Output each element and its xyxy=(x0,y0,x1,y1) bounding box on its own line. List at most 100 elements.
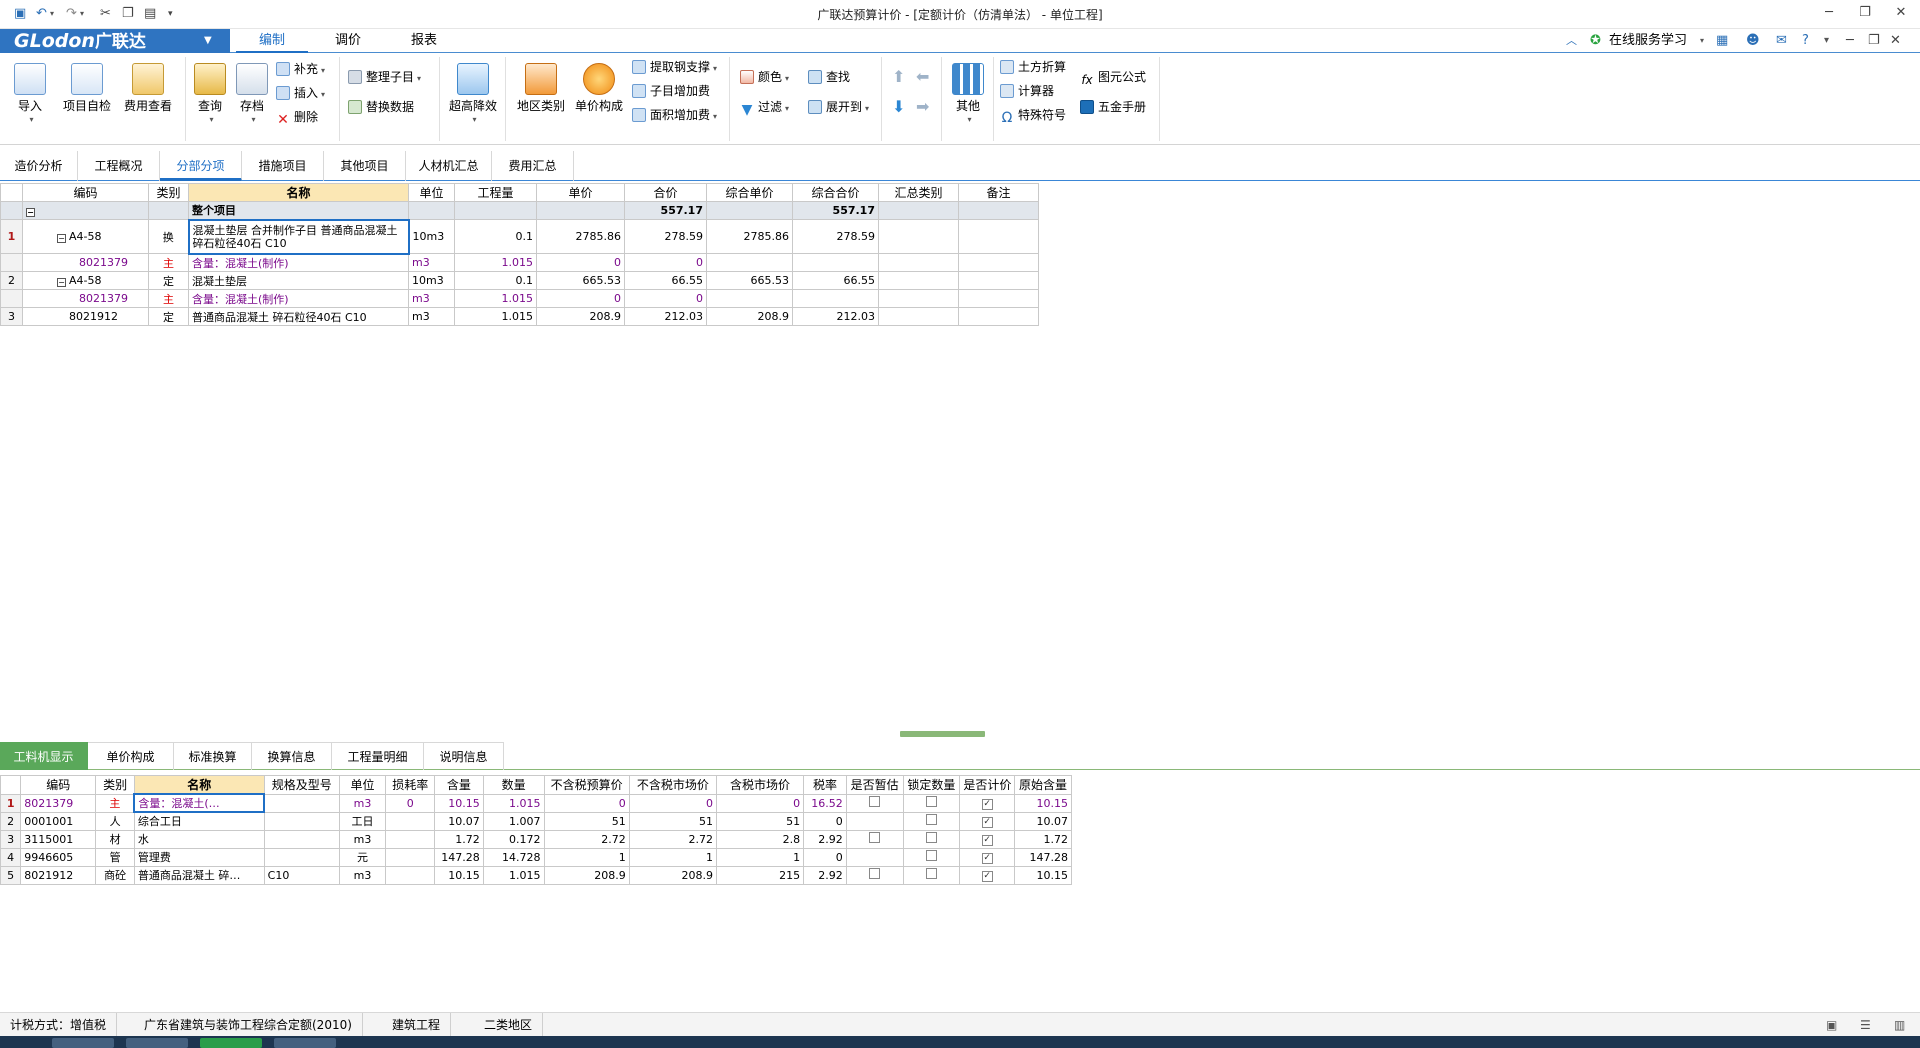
summary-unit-cell[interactable] xyxy=(408,201,455,220)
cell-name[interactable]: 混凝土垫层 xyxy=(188,271,409,290)
cell-type[interactable]: 定 xyxy=(148,271,189,290)
online-learning-dropdown-icon[interactable]: ▾ xyxy=(1700,32,1704,50)
cell-remark[interactable] xyxy=(958,307,1039,326)
table-row[interactable]: 8021379 主 含量：混凝土(制作) m3 1.015 0 0 xyxy=(0,253,1039,272)
table-row[interactable]: 8021379 主 含量：混凝土(制作) m3 1.015 0 0 xyxy=(0,289,1039,308)
cell-qty[interactable]: 1.015 xyxy=(482,865,545,885)
cell-lock[interactable] xyxy=(902,847,961,867)
col-header-unit[interactable]: 单位 xyxy=(338,775,387,795)
cell-qty[interactable]: 1.015 xyxy=(454,253,537,272)
cell-market[interactable]: 2.72 xyxy=(628,829,717,849)
fee-view-button[interactable]: 费用查看 xyxy=(122,63,174,133)
cell-name[interactable]: 普通商品混凝土 碎石粒径40石 C10 xyxy=(188,307,409,326)
cell-spec[interactable] xyxy=(263,829,340,849)
cell-content[interactable]: 10.07 xyxy=(434,811,484,831)
find-button[interactable]: 查找 xyxy=(808,67,850,87)
cell-tax-rate[interactable]: 2.92 xyxy=(803,865,847,885)
col-header-type[interactable]: 类别 xyxy=(95,775,135,795)
cell-orig[interactable]: 10.15 xyxy=(1014,793,1072,813)
cell-unit[interactable]: m3 xyxy=(408,253,455,272)
cell-type[interactable]: 人 xyxy=(95,811,135,831)
taskbar-app[interactable] xyxy=(126,1038,188,1048)
col-header-total[interactable]: 合价 xyxy=(624,183,707,202)
organize-sub-button[interactable]: 整理子目 ▾ xyxy=(348,67,421,87)
doc-close-icon[interactable]: ✕ xyxy=(1890,32,1901,50)
cell-name[interactable]: 水 xyxy=(133,829,265,849)
col-header-tax-rate[interactable]: 税率 xyxy=(803,775,847,795)
lock-checkbox[interactable] xyxy=(925,850,937,861)
app-logo[interactable]: GLodon广联达 ▼ xyxy=(0,29,230,53)
cell-content[interactable]: 147.28 xyxy=(434,847,484,867)
cell-tax-market[interactable]: 0 xyxy=(715,793,805,813)
cell-unit[interactable]: 元 xyxy=(338,847,387,867)
other-button[interactable]: 其他 ▾ xyxy=(946,63,990,133)
cell-orig[interactable]: 10.07 xyxy=(1014,811,1072,831)
cell-qty[interactable]: 14.728 xyxy=(482,847,545,867)
cell-total[interactable]: 0 xyxy=(624,253,707,272)
resource-row[interactable]: 5 8021912 商砼 普通商品混凝土 碎… C10 m3 10.15 1.015 208.9… xyxy=(0,865,1072,885)
cell-content[interactable]: 10.15 xyxy=(434,793,484,813)
summary-comp-price-cell[interactable] xyxy=(706,201,793,220)
cell-comp-price[interactable]: 208.9 xyxy=(706,307,793,326)
supplement-button[interactable]: 补充 ▾ xyxy=(276,59,325,79)
col-header-content[interactable]: 含量 xyxy=(434,775,484,795)
area-add-fee-button[interactable]: 面积增加费 ▾ xyxy=(632,105,717,125)
est-checkbox[interactable] xyxy=(869,832,881,843)
doc-minimize-icon[interactable]: ─ xyxy=(1846,32,1854,50)
table-row[interactable]: 3 8021912 定 普通商品混凝土 碎石粒径40石 C10 m3 1.015 208.9… xyxy=(0,307,1039,326)
cell-unit[interactable]: m3 xyxy=(408,307,455,326)
minimize-icon[interactable]: ─ xyxy=(1816,3,1842,23)
priced-checkbox[interactable]: ✓ xyxy=(981,853,993,864)
cell-content[interactable]: 1.72 xyxy=(434,829,484,849)
cell-loss[interactable] xyxy=(385,865,436,885)
col-header-is-priced[interactable]: 是否计价 xyxy=(959,775,1016,795)
cell-tax-market[interactable]: 1 xyxy=(715,847,805,867)
cell-market[interactable]: 208.9 xyxy=(628,865,717,885)
cell-est[interactable] xyxy=(845,865,904,885)
tab-labor-material-summary[interactable]: 人材机汇总 xyxy=(406,151,492,181)
row-number[interactable]: 5 xyxy=(0,865,22,885)
cell-unit[interactable]: m3 xyxy=(408,289,455,308)
area-add-fee-dropdown-icon[interactable]: ▾ xyxy=(713,112,717,121)
est-checkbox[interactable] xyxy=(869,796,881,807)
cell-price[interactable]: 208.9 xyxy=(536,307,625,326)
query-dropdown-icon[interactable]: ▾ xyxy=(191,113,232,127)
cell-name[interactable]: 普通商品混凝土 碎… xyxy=(133,865,265,885)
view-mode-icon[interactable]: ▣ xyxy=(1816,1013,1847,1037)
col-header-comp-price[interactable]: 综合单价 xyxy=(706,183,793,202)
cell-est[interactable] xyxy=(845,847,904,867)
user-icon[interactable]: ☻ xyxy=(1746,32,1760,50)
priced-checkbox[interactable]: ✓ xyxy=(981,799,993,810)
cell-tax-rate[interactable]: 16.52 xyxy=(803,793,847,813)
col-header-budget-price[interactable]: 不含税预算价 xyxy=(543,775,630,795)
cell-name[interactable]: 管理费 xyxy=(133,847,265,867)
cell-type[interactable]: 换 xyxy=(148,219,189,254)
tab-measure-items[interactable]: 措施项目 xyxy=(242,151,324,181)
insert-button[interactable]: 插入 ▾ xyxy=(276,83,325,103)
menu-tab-adjust[interactable]: 调价 xyxy=(312,29,384,53)
est-checkbox[interactable] xyxy=(869,868,881,879)
cell-comp-total[interactable] xyxy=(792,253,879,272)
cell-remark[interactable] xyxy=(958,253,1039,272)
col-header-type[interactable]: 类别 xyxy=(148,183,189,202)
cell-qty[interactable]: 0.1 xyxy=(454,219,537,254)
col-header-lock-quantity[interactable]: 锁定数量 xyxy=(902,775,961,795)
priced-checkbox[interactable]: ✓ xyxy=(981,817,993,828)
tab-fee-summary[interactable]: 费用汇总 xyxy=(492,151,574,181)
cell-price[interactable]: 2785.86 xyxy=(536,219,625,254)
collapse-icon[interactable]: − xyxy=(26,208,35,217)
online-learning-link[interactable]: 在线服务学习 xyxy=(1609,32,1687,50)
cell-qty[interactable]: 1.007 xyxy=(482,811,545,831)
cell-summary-type[interactable] xyxy=(878,253,959,272)
message-icon[interactable]: ✉ xyxy=(1776,32,1787,50)
cell-unit[interactable]: m3 xyxy=(338,829,387,849)
cell-name[interactable]: 含量：混凝土(制作) xyxy=(188,253,409,272)
cell-code[interactable]: 3115001 xyxy=(20,829,97,849)
cell-comp-total[interactable]: 212.03 xyxy=(792,307,879,326)
taskbar-app[interactable] xyxy=(200,1038,262,1048)
move-up-icon[interactable]: ⬆ xyxy=(892,67,905,87)
row-number[interactable]: 4 xyxy=(0,847,22,867)
summary-summary-type-cell[interactable] xyxy=(878,201,959,220)
priced-checkbox[interactable]: ✓ xyxy=(981,835,993,846)
cell-summary-type[interactable] xyxy=(878,271,959,290)
